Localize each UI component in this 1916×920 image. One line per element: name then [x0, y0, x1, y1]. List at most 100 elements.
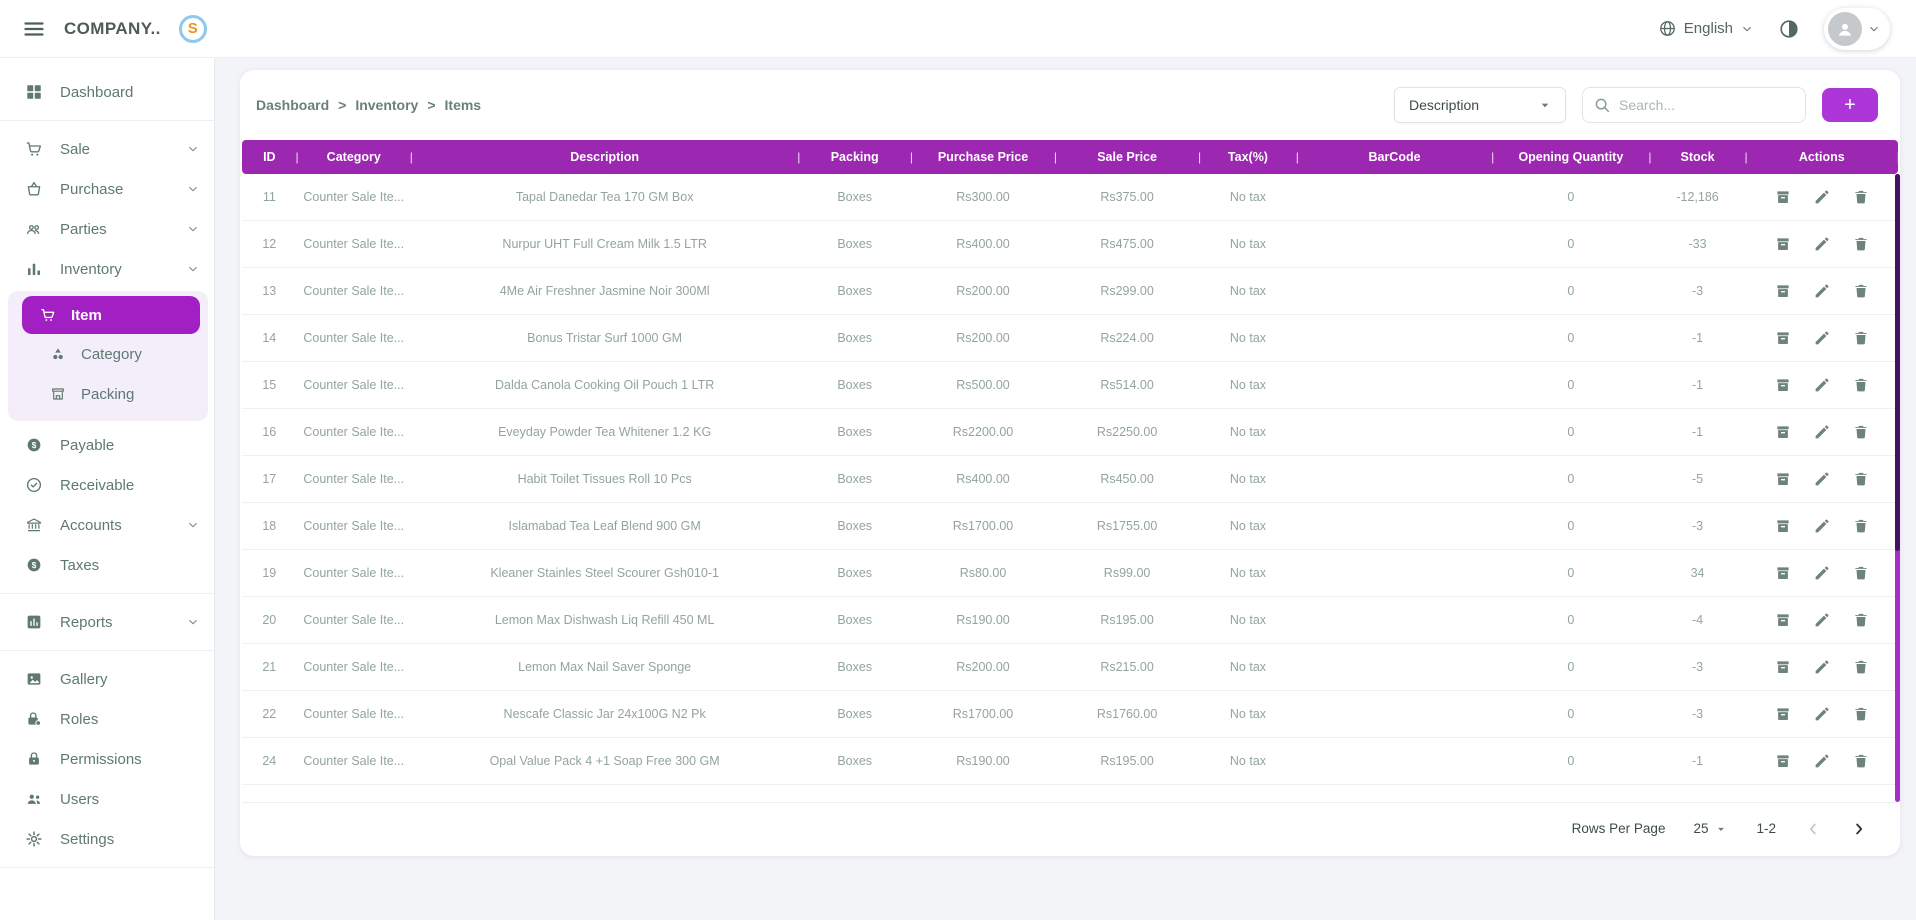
rows-per-page-select[interactable]: 25	[1693, 821, 1728, 836]
delete-button[interactable]	[1852, 658, 1870, 676]
delete-button[interactable]	[1852, 423, 1870, 441]
delete-button[interactable]	[1852, 611, 1870, 629]
sidebar-item-category[interactable]: Category	[8, 334, 208, 374]
cell-tax: No tax	[1199, 331, 1297, 345]
cell-sale-price: Rs224.00	[1055, 331, 1199, 345]
user-menu[interactable]	[1824, 8, 1890, 50]
archive-button[interactable]	[1774, 329, 1792, 347]
cell-sale-price: Rs215.00	[1055, 660, 1199, 674]
vertical-scrollbar[interactable]	[1895, 174, 1900, 802]
pencil-icon	[1813, 705, 1831, 723]
archive-button[interactable]	[1774, 423, 1792, 441]
sidebar-item-permissions[interactable]: Permissions	[0, 739, 214, 779]
pagination-bar: Rows Per Page 25 1-2	[242, 802, 1898, 854]
delete-button[interactable]	[1852, 470, 1870, 488]
archive-button[interactable]	[1774, 611, 1792, 629]
edit-button[interactable]	[1813, 517, 1831, 535]
category-icon	[50, 346, 66, 362]
archive-icon	[1774, 376, 1792, 394]
sidebar-item-users[interactable]: Users	[0, 779, 214, 819]
sidebar-item-label: Settings	[60, 831, 200, 848]
sidebar-item-roles[interactable]: Roles	[0, 699, 214, 739]
sidebar-item-item[interactable]: Item	[22, 296, 200, 334]
edit-button[interactable]	[1813, 376, 1831, 394]
archive-button[interactable]	[1774, 752, 1792, 770]
sidebar-item-taxes[interactable]: $Taxes	[0, 545, 214, 585]
sidebar-item-receivable[interactable]: Receivable	[0, 465, 214, 505]
delete-button[interactable]	[1852, 376, 1870, 394]
delete-button[interactable]	[1852, 517, 1870, 535]
parties-icon	[25, 220, 43, 238]
archive-icon	[1774, 705, 1792, 723]
delete-button[interactable]	[1852, 752, 1870, 770]
table-row: 22Counter Sale Ite...Nescafe Classic Jar…	[242, 691, 1898, 738]
archive-button[interactable]	[1774, 188, 1792, 206]
delete-button[interactable]	[1852, 235, 1870, 253]
edit-button[interactable]	[1813, 470, 1831, 488]
cell-opening-quantity: 0	[1492, 237, 1649, 251]
table-row: 18Counter Sale Ite...Islamabad Tea Leaf …	[242, 503, 1898, 550]
scrollbar-thumb[interactable]	[1895, 174, 1900, 551]
sidebar-item-label: Users	[60, 791, 200, 808]
breadcrumb-inventory[interactable]: Inventory	[355, 97, 418, 113]
archive-button[interactable]	[1774, 705, 1792, 723]
prev-page-button[interactable]	[1804, 820, 1822, 838]
edit-button[interactable]	[1813, 282, 1831, 300]
cell-stock: -3	[1650, 284, 1746, 298]
sidebar-item-sale[interactable]: Sale	[0, 129, 214, 169]
search-input[interactable]	[1619, 97, 1795, 113]
next-page-button[interactable]	[1850, 820, 1868, 838]
cell-actions	[1746, 423, 1898, 441]
bank-icon	[25, 516, 43, 534]
edit-button[interactable]	[1813, 611, 1831, 629]
add-item-button[interactable]: +	[1822, 88, 1878, 122]
delete-button[interactable]	[1852, 329, 1870, 347]
sidebar-item-inventory[interactable]: Inventory	[0, 249, 214, 289]
pencil-icon	[1813, 423, 1831, 441]
edit-button[interactable]	[1813, 188, 1831, 206]
globe-icon	[1658, 19, 1677, 38]
sidebar-item-dashboard[interactable]: Dashboard	[0, 72, 214, 112]
sidebar-item-parties[interactable]: Parties	[0, 209, 214, 249]
table-row: 16Counter Sale Ite...Eveyday Powder Tea …	[242, 409, 1898, 456]
pencil-icon	[1813, 329, 1831, 347]
sidebar-item-gallery[interactable]: Gallery	[0, 659, 214, 699]
cell-description: Nescafe Classic Jar 24x100G N2 Pk	[411, 707, 799, 721]
edit-button[interactable]	[1813, 329, 1831, 347]
app-logo: S	[179, 15, 207, 43]
language-selector[interactable]: English	[1658, 19, 1754, 38]
filter-select[interactable]: Description	[1394, 87, 1566, 123]
edit-button[interactable]	[1813, 423, 1831, 441]
theme-toggle-icon[interactable]	[1778, 18, 1800, 40]
chevron-down-icon	[186, 142, 200, 156]
sidebar-item-packing[interactable]: Packing	[8, 374, 208, 414]
delete-button[interactable]	[1852, 564, 1870, 582]
cell-purchase-price: Rs400.00	[911, 237, 1055, 251]
sidebar-item-purchase[interactable]: Purchase	[0, 169, 214, 209]
sidebar-item-reports[interactable]: Reports	[0, 602, 214, 642]
cell-purchase-price: Rs1700.00	[911, 519, 1055, 533]
menu-icon[interactable]	[22, 17, 46, 41]
archive-icon	[1774, 470, 1792, 488]
breadcrumb-dashboard[interactable]: Dashboard	[256, 97, 329, 113]
edit-button[interactable]	[1813, 235, 1831, 253]
sidebar-item-payable[interactable]: $Payable	[0, 425, 214, 465]
cell-actions	[1746, 752, 1898, 770]
archive-button[interactable]	[1774, 470, 1792, 488]
archive-button[interactable]	[1774, 658, 1792, 676]
delete-button[interactable]	[1852, 188, 1870, 206]
sidebar-item-accounts[interactable]: Accounts	[0, 505, 214, 545]
edit-button[interactable]	[1813, 752, 1831, 770]
edit-button[interactable]	[1813, 658, 1831, 676]
sidebar-item-settings[interactable]: Settings	[0, 819, 214, 859]
edit-button[interactable]	[1813, 564, 1831, 582]
archive-button[interactable]	[1774, 564, 1792, 582]
archive-button[interactable]	[1774, 517, 1792, 535]
cell-id: 21	[242, 660, 297, 674]
archive-button[interactable]	[1774, 282, 1792, 300]
delete-button[interactable]	[1852, 705, 1870, 723]
edit-button[interactable]	[1813, 705, 1831, 723]
delete-button[interactable]	[1852, 282, 1870, 300]
archive-button[interactable]	[1774, 376, 1792, 394]
archive-button[interactable]	[1774, 235, 1792, 253]
